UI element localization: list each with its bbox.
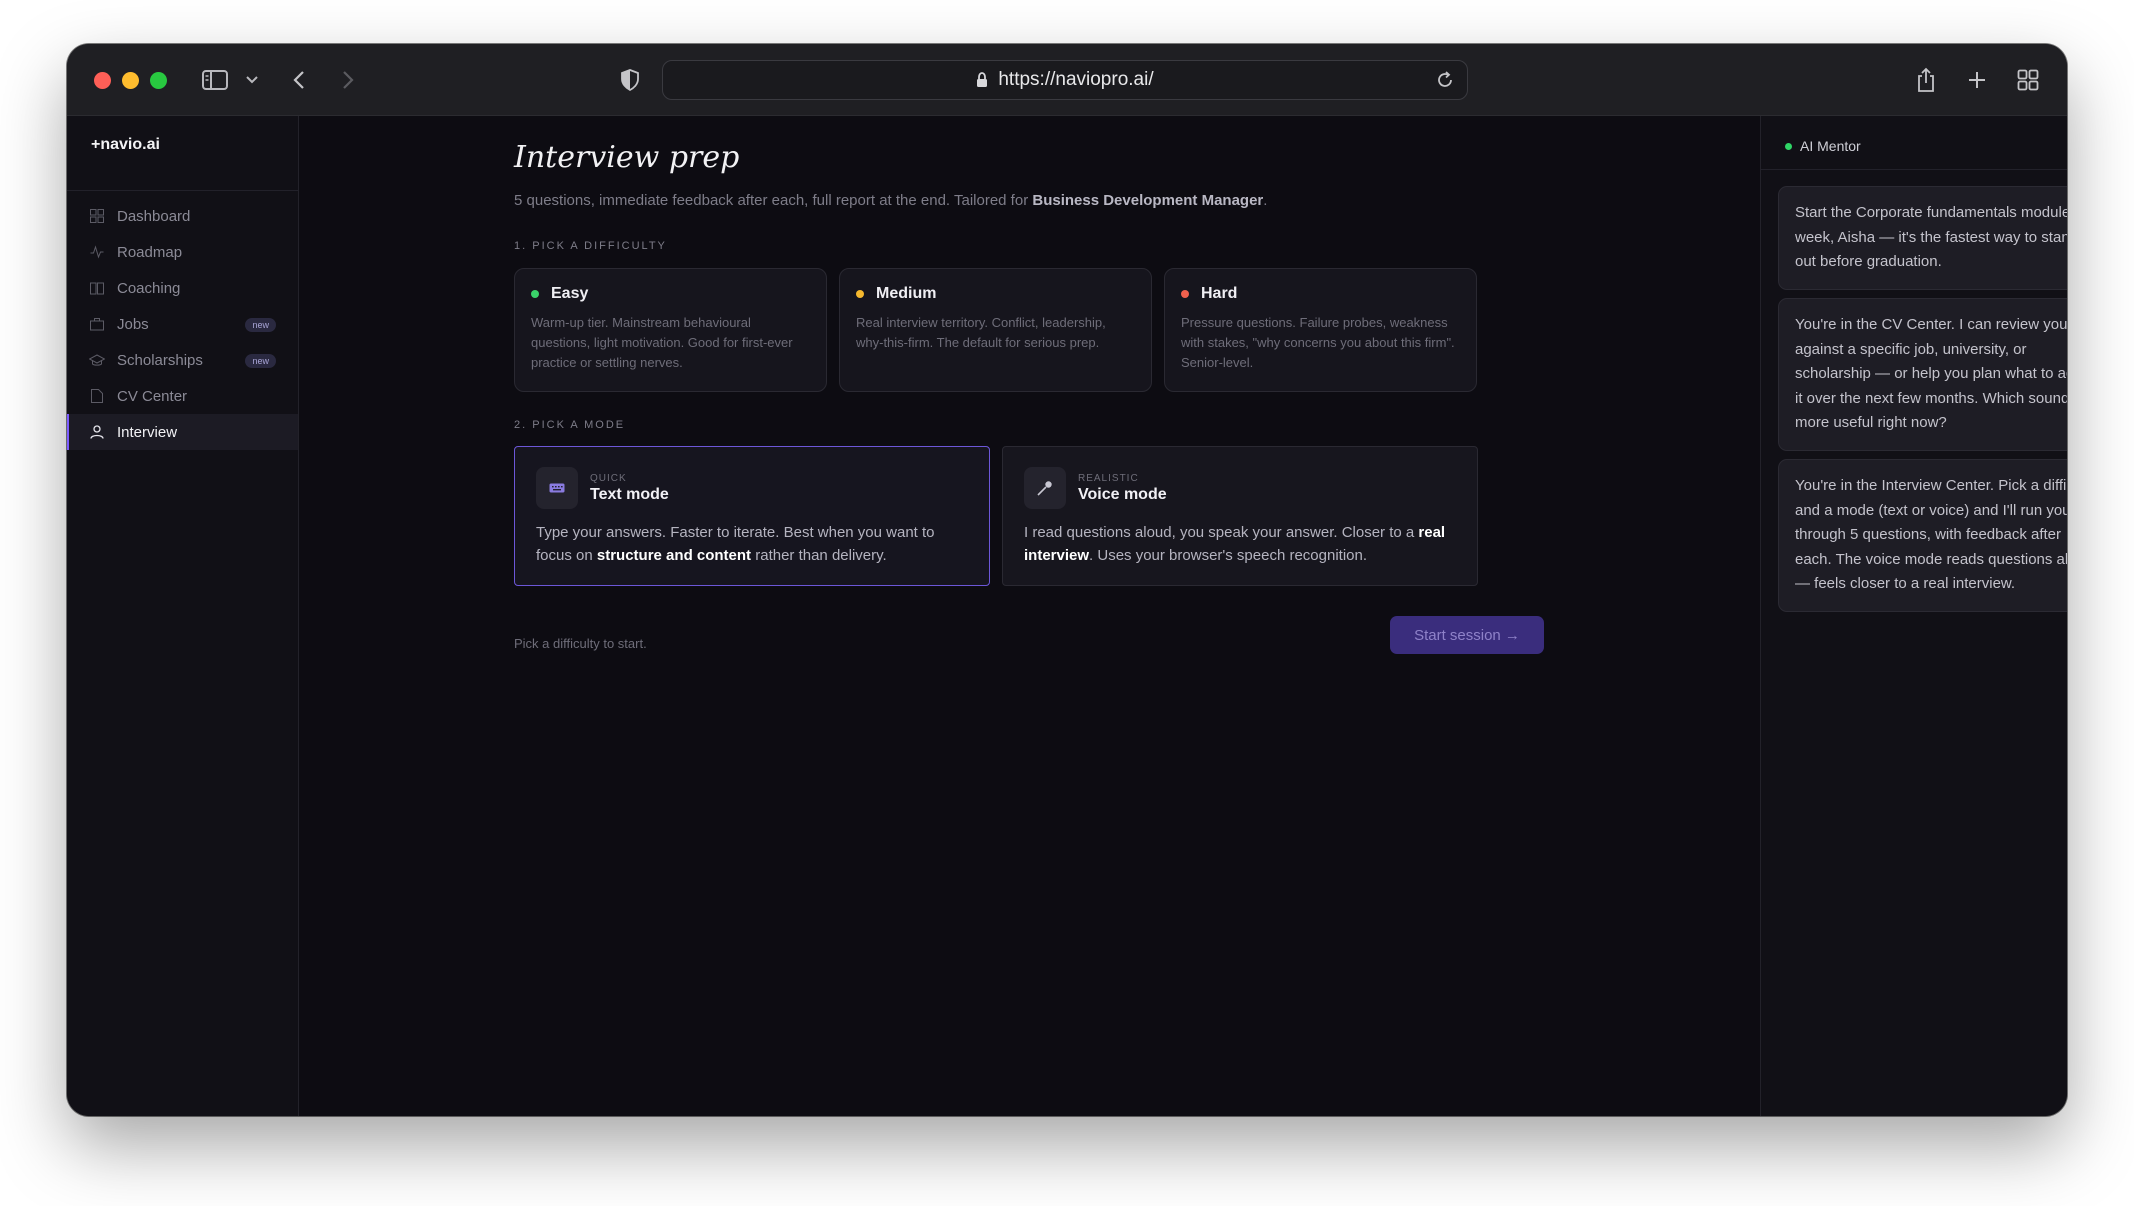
minimize-window-button[interactable]	[122, 72, 139, 89]
medium-dot-icon	[856, 290, 864, 298]
lock-icon	[976, 72, 988, 88]
difficulty-name: Easy	[551, 285, 589, 302]
difficulty-card-medium[interactable]: Medium Real interview territory. Conflic…	[839, 268, 1152, 392]
sidebar-item-label: CV Center	[117, 387, 188, 405]
difficulty-section-label: 1. PICK A DIFFICULTY	[514, 240, 667, 252]
briefcase-icon	[89, 316, 105, 332]
sidebar-divider	[67, 190, 298, 191]
user-icon	[89, 424, 105, 440]
start-session-button[interactable]: Start session →	[1390, 616, 1544, 654]
mode-description: Type your answers. Faster to iterate. Be…	[536, 524, 935, 564]
mode-kicker: QUICK	[590, 472, 627, 484]
easy-dot-icon	[531, 290, 539, 298]
microphone-icon	[1024, 467, 1066, 509]
target-role: Business Development Manager	[1032, 192, 1264, 209]
sidebar-item-scholarships[interactable]: Scholarships new	[67, 342, 298, 378]
new-tab-icon[interactable]	[1961, 64, 1993, 96]
difficulty-card-easy[interactable]: Easy Warm-up tier. Mainstream behavioura…	[514, 268, 827, 392]
difficulty-name: Hard	[1201, 285, 1238, 302]
sidebar-item-label: Interview	[117, 423, 178, 441]
sidebar-item-label: Dashboard	[117, 207, 191, 225]
sidebar-item-label: Roadmap	[117, 243, 183, 261]
shield-icon[interactable]	[614, 64, 646, 96]
sidebar-item-label: Scholarships	[117, 351, 203, 369]
close-window-button[interactable]	[94, 72, 111, 89]
grid-icon	[89, 208, 105, 224]
book-icon	[89, 280, 105, 296]
mode-section-label: 2. PICK A MODE	[514, 419, 626, 431]
browser-window: https://naviopro.ai/ +navio.ai Dashboard	[67, 44, 2067, 1116]
mode-title: Voice mode	[1078, 485, 1167, 503]
maximize-window-button[interactable]	[150, 72, 167, 89]
difficulty-card-hard[interactable]: Hard Pressure questions. Failure probes,…	[1164, 268, 1477, 392]
mode-kicker: REALISTIC	[1078, 472, 1139, 484]
app-sidebar: +navio.ai Dashboard Roadmap Coaching Job…	[67, 116, 299, 1116]
share-icon[interactable]	[1910, 64, 1942, 96]
sidebar-item-label: Coaching	[117, 279, 181, 297]
mode-card-text[interactable]: QUICK Text mode Type your answers. Faste…	[514, 446, 990, 586]
page-title: Interview prep	[514, 140, 740, 175]
mentor-message: You're in the Interview Center. Pick a d…	[1778, 459, 2067, 612]
sidebar-item-roadmap[interactable]: Roadmap	[67, 234, 298, 270]
tab-overview-icon[interactable]	[2012, 64, 2044, 96]
sidebar-item-dashboard[interactable]: Dashboard	[67, 198, 298, 234]
mentor-message: You're in the CV Center. I can review yo…	[1778, 298, 2067, 451]
forward-icon[interactable]	[332, 64, 364, 96]
back-icon[interactable]	[283, 64, 315, 96]
file-icon	[89, 388, 105, 404]
online-status-dot-icon	[1785, 142, 1792, 150]
graduation-cap-icon	[89, 352, 105, 368]
difficulty-description: Pressure questions. Failure probes, weak…	[1181, 315, 1455, 370]
reload-icon[interactable]	[1435, 70, 1455, 90]
address-bar[interactable]: https://naviopro.ai/	[662, 60, 1468, 100]
mentor-title: AI Mentor	[1800, 138, 1861, 154]
mode-description: I read questions aloud, you speak your a…	[1024, 524, 1446, 564]
page-subtitle: 5 questions, immediate feedback after ea…	[514, 192, 1268, 209]
start-hint: Pick a difficulty to start.	[514, 636, 647, 651]
browser-toolbar: https://naviopro.ai/	[67, 44, 2067, 116]
app-logo[interactable]: +navio.ai	[91, 136, 160, 154]
mentor-divider	[1761, 169, 2067, 170]
sidebar-item-label: Jobs	[117, 315, 149, 333]
mode-title: Text mode	[590, 485, 669, 503]
mode-card-voice[interactable]: REALISTIC Voice mode I read questions al…	[1002, 446, 1478, 586]
activity-icon	[89, 244, 105, 260]
sidebar-toggle-icon[interactable]	[199, 64, 231, 96]
difficulty-description: Real interview territory. Conflict, lead…	[856, 315, 1106, 350]
difficulty-description: Warm-up tier. Mainstream behavioural que…	[531, 315, 793, 370]
ai-mentor-panel: AI Mentor Start the Corporate fundamenta…	[1760, 116, 2067, 1116]
chevron-down-icon[interactable]	[236, 64, 268, 96]
mentor-message: Start the Corporate fundamentals module …	[1778, 186, 2067, 290]
sidebar-item-coaching[interactable]: Coaching	[67, 270, 298, 306]
sidebar-nav: Dashboard Roadmap Coaching Jobs new Scho…	[67, 198, 298, 450]
main-content: Interview prep 5 questions, immediate fe…	[299, 116, 1760, 1116]
sidebar-item-jobs[interactable]: Jobs new	[67, 306, 298, 342]
keyboard-icon	[536, 467, 578, 509]
url-text: https://naviopro.ai/	[998, 69, 1154, 90]
sidebar-item-cv-center[interactable]: CV Center	[67, 378, 298, 414]
new-badge: new	[245, 318, 276, 332]
sidebar-item-interview[interactable]: Interview	[67, 414, 298, 450]
hard-dot-icon	[1181, 290, 1189, 298]
mentor-header: AI Mentor	[1785, 138, 1861, 154]
difficulty-name: Medium	[876, 285, 937, 302]
new-badge: new	[245, 354, 276, 368]
